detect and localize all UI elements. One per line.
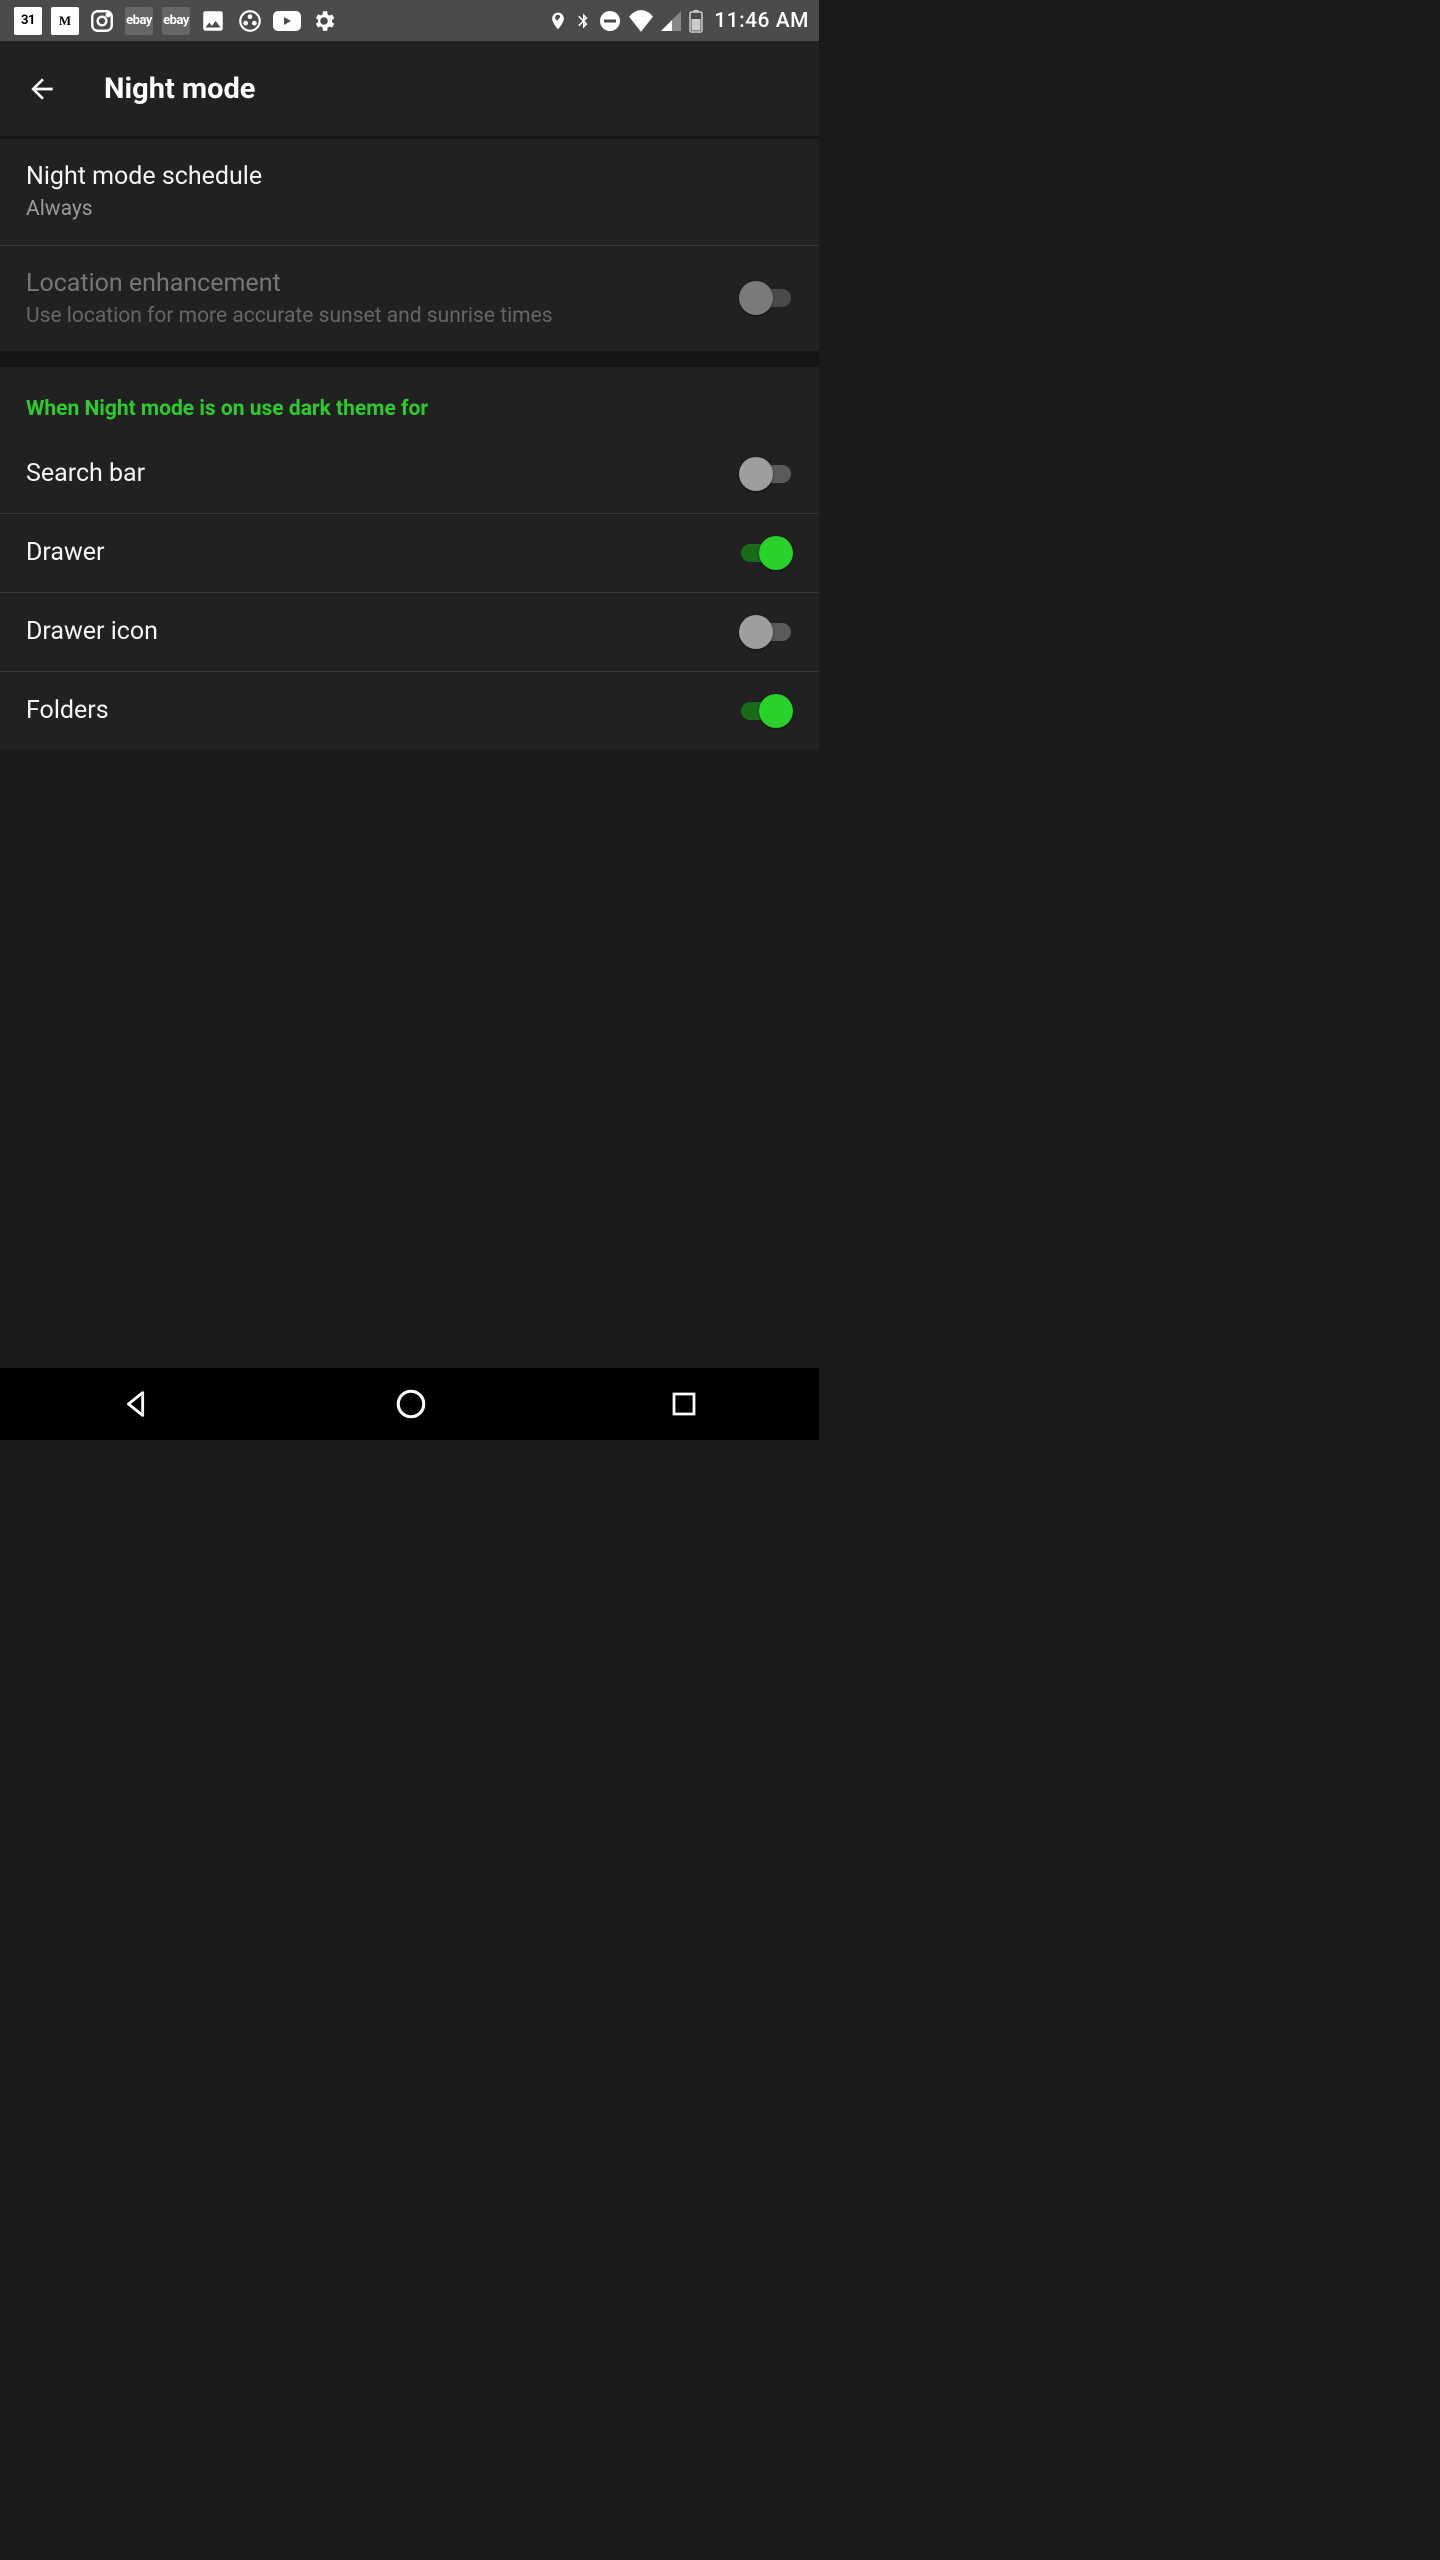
nav-back-button[interactable] xyxy=(120,1387,154,1421)
folders-row[interactable]: Folders xyxy=(0,672,819,750)
location-enhancement-toggle xyxy=(739,281,793,315)
drawer-row[interactable]: Drawer xyxy=(0,514,819,592)
drawer-icon-toggle[interactable] xyxy=(739,615,793,649)
instagram-icon xyxy=(88,7,116,35)
battery-icon xyxy=(688,9,704,33)
gmail-icon: M xyxy=(51,7,79,35)
location-icon xyxy=(548,9,568,33)
setting-title: Drawer icon xyxy=(26,616,739,647)
app-bar: Night mode xyxy=(0,41,819,136)
drawer-icon-row[interactable]: Drawer icon xyxy=(0,593,819,671)
youtube-icon xyxy=(273,7,301,35)
setting-subtitle: Use location for more accurate sunset an… xyxy=(26,303,739,329)
setting-value: Always xyxy=(26,196,793,222)
cell-signal-icon xyxy=(660,10,682,32)
wifi-icon xyxy=(628,10,654,32)
status-left: 31 M ebay ebay xyxy=(14,7,338,35)
setting-title: Folders xyxy=(26,695,739,726)
location-enhancement-row: Location enhancement Use location for mo… xyxy=(0,246,819,352)
setting-title: Location enhancement xyxy=(26,268,739,299)
status-right: 11:46 AM xyxy=(548,9,809,33)
setting-title: Drawer xyxy=(26,537,739,568)
system-nav-bar xyxy=(0,1368,819,1440)
search-bar-toggle[interactable] xyxy=(739,457,793,491)
nav-home-button[interactable] xyxy=(394,1387,428,1421)
search-bar-row[interactable]: Search bar xyxy=(0,435,819,513)
back-button[interactable] xyxy=(26,73,58,105)
nav-recents-button[interactable] xyxy=(669,1389,699,1419)
setting-title: Night mode schedule xyxy=(26,161,793,192)
ebay-icon-2: ebay xyxy=(162,7,190,35)
dark-theme-list: When Night mode is on use dark theme for… xyxy=(0,367,819,750)
calendar-icon: 31 xyxy=(14,7,42,35)
dnd-icon xyxy=(598,9,622,33)
drawer-toggle[interactable] xyxy=(739,536,793,570)
ebay-icon-1: ebay xyxy=(125,7,153,35)
section-gap xyxy=(0,351,819,367)
status-bar: 31 M ebay ebay xyxy=(0,0,819,41)
photos-icon xyxy=(199,7,227,35)
gear-icon xyxy=(310,7,338,35)
setting-title: Search bar xyxy=(26,458,739,489)
bluetooth-icon xyxy=(574,9,592,33)
settings-list: Night mode schedule Always Location enha… xyxy=(0,139,819,351)
page-title: Night mode xyxy=(104,72,255,106)
section-header: When Night mode is on use dark theme for xyxy=(0,367,819,435)
night-mode-schedule-row[interactable]: Night mode schedule Always xyxy=(0,139,819,245)
folders-toggle[interactable] xyxy=(739,694,793,728)
app-icon xyxy=(236,7,264,35)
status-time: 11:46 AM xyxy=(714,9,809,33)
